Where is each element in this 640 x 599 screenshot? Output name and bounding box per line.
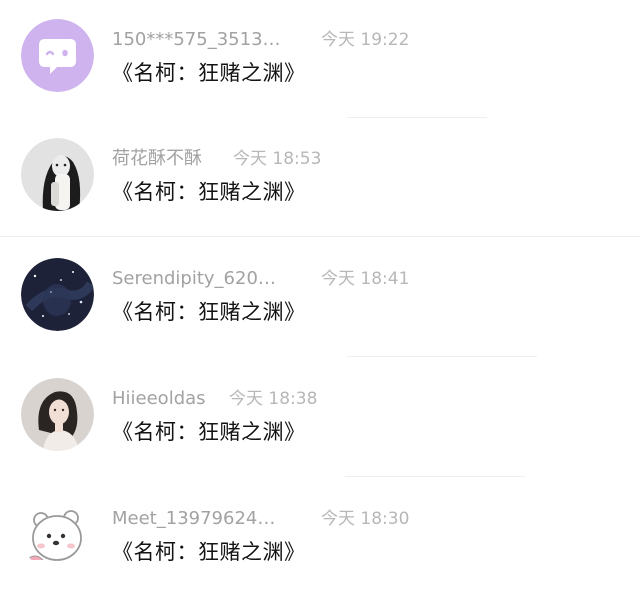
chat-bubble-icon <box>21 19 94 92</box>
divider <box>0 236 640 237</box>
user-photo-icon <box>21 138 94 211</box>
username[interactable]: 150***575_3513… <box>112 27 281 53</box>
comment-item[interactable]: Serendipity_620… 今天 18:41 《名柯：狂赌之渊》 <box>0 239 640 359</box>
timestamp: 今天 19:22 <box>321 30 410 50</box>
username[interactable]: 荷花酥不酥 <box>112 146 202 172</box>
avatar[interactable] <box>21 498 94 571</box>
comment-text: 《名柯：狂赌之渊》 <box>112 420 306 444</box>
avatar[interactable] <box>21 19 94 92</box>
comment-list: 150***575_3513… 今天 19:22 《名柯：狂赌之渊》 荷花酥不酥… <box>0 0 640 596</box>
white-bear-icon <box>21 498 94 571</box>
avatar[interactable] <box>21 378 94 451</box>
divider <box>347 356 537 357</box>
comment-text: 《名柯：狂赌之渊》 <box>112 540 306 564</box>
avatar[interactable] <box>21 138 94 211</box>
comment-text: 《名柯：狂赌之渊》 <box>112 180 306 204</box>
comment-item[interactable]: 150***575_3513… 今天 19:22 《名柯：狂赌之渊》 <box>0 0 640 120</box>
timestamp: 今天 18:30 <box>321 509 410 529</box>
comment-item[interactable]: Hiieeoldas 今天 18:38 《名柯：狂赌之渊》 <box>0 359 640 479</box>
comment-item[interactable]: 荷花酥不酥 今天 18:53 《名柯：狂赌之渊》 <box>0 119 640 239</box>
avatar[interactable] <box>21 258 94 331</box>
starry-sky-icon <box>21 258 94 331</box>
comment-text: 《名柯：狂赌之渊》 <box>112 61 306 85</box>
divider <box>345 476 525 477</box>
timestamp: 今天 18:41 <box>321 269 410 289</box>
username[interactable]: Meet_13979624… <box>112 506 275 532</box>
divider <box>347 117 487 118</box>
username[interactable]: Hiieeoldas <box>112 386 206 412</box>
timestamp: 今天 18:53 <box>233 149 322 169</box>
comment-item[interactable]: Meet_13979624… 今天 18:30 《名柯：狂赌之渊》 <box>0 479 640 599</box>
timestamp: 今天 18:38 <box>229 389 318 409</box>
comment-text: 《名柯：狂赌之渊》 <box>112 300 306 324</box>
portrait-photo-icon <box>21 378 94 451</box>
username[interactable]: Serendipity_620… <box>112 266 276 292</box>
